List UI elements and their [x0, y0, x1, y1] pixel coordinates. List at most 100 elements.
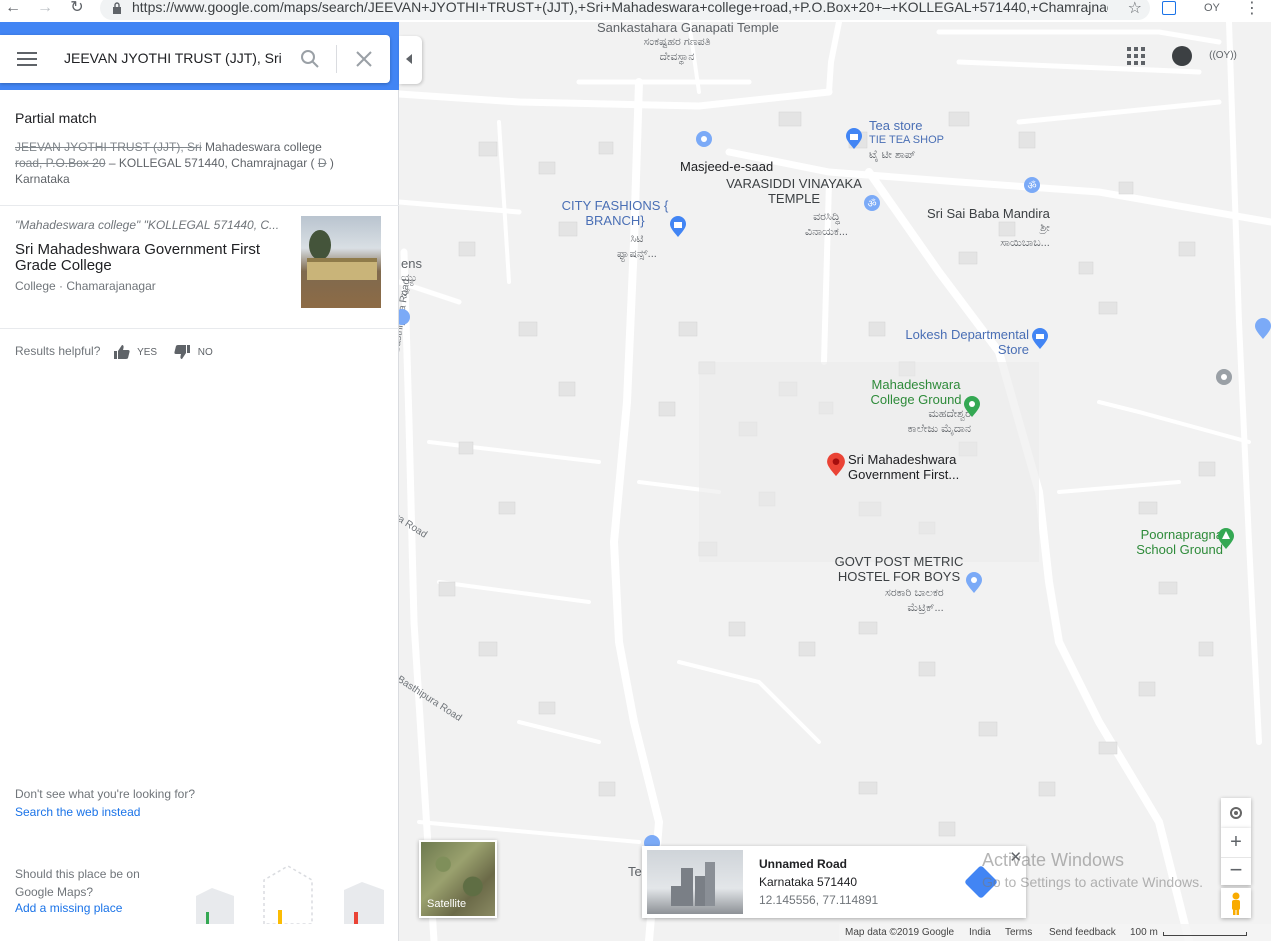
notifications-bell-icon[interactable]	[1172, 46, 1192, 66]
place-pin-icon[interactable]	[965, 572, 983, 594]
poi-name-kannada: ಕಾಲೇಜು ಮೈದಾನ	[907, 423, 971, 435]
temple-pin-icon[interactable]: ॐ	[1023, 176, 1041, 198]
poi-name: GOVT POST METRIC HOSTEL FOR BOYS	[834, 554, 964, 584]
street-view-thumbnail[interactable]	[647, 850, 743, 914]
shopping-cart-pin-icon[interactable]	[1031, 328, 1049, 350]
collapse-panel-button[interactable]	[399, 36, 422, 84]
close-icon[interactable]	[352, 47, 376, 71]
poi-name-kannada: ವರಸಿದ್ಧಿ	[813, 211, 840, 223]
google-apps-icon[interactable]	[1127, 47, 1145, 65]
poi-ganapati-temple[interactable]: Sankastahara Ganapati Temple ಸಂಕಷ್ಟಹರ ಗಣ…	[597, 22, 779, 65]
partial-match-detail: JEEVAN JYOTHI TRUST (JJT), Sri Mahadeswa…	[15, 139, 385, 187]
poi-edge-label[interactable]: ens ಯ್ಯು ನ್	[401, 256, 422, 301]
results-helpful-row: Results helpful? YES NO	[15, 344, 213, 359]
location-info-card[interactable]: Unnamed Road Karnataka 571440 12.145556,…	[642, 846, 1026, 918]
activate-windows-watermark: Activate Windows	[982, 850, 1125, 870]
svg-text:ॐ: ॐ	[1027, 180, 1036, 192]
poi-college-ground[interactable]: Mahadeshwara College Ground ಮಹದೇಶ್ವರ ಕಾಲ…	[861, 377, 971, 437]
poi-name-kannada: ಯ್ಯು	[401, 272, 418, 284]
reload-icon[interactable]: ↻	[66, 0, 88, 18]
helpful-no-button[interactable]: NO	[174, 344, 213, 359]
matched-term: Mahadeswara college	[205, 140, 322, 154]
helpful-yes-button[interactable]: YES	[113, 344, 161, 359]
extension-oy-label[interactable]: OY	[1204, 2, 1220, 18]
location-coordinates[interactable]: 12.145556, 77.114891	[759, 893, 878, 907]
result-photo[interactable]	[301, 216, 381, 308]
poi-sai-baba-mandira[interactable]: Sri Sai Baba Mandira ಶ್ರೀ ಸಾಯಿಬಾಬ...	[927, 206, 1050, 251]
poi-name-kannada: ಸಿಟಿ	[630, 233, 644, 245]
search-header	[0, 22, 399, 90]
browser-menu-icon[interactable]: ⋮	[1244, 0, 1260, 17]
poi-name: Mahadeshwara College Ground	[870, 377, 962, 407]
dont-see-text: Don't see what you're looking for?	[15, 787, 196, 801]
shopping-pin-icon[interactable]	[845, 128, 863, 150]
thumb-building	[307, 258, 377, 280]
poi-varasiddi-kannada: ವರಸಿದ್ಧಿ ವಿನಾಯಕ...	[805, 210, 848, 240]
poi-lokesh-store[interactable]: Lokesh Departmental Store	[901, 327, 1029, 357]
back-icon[interactable]: ←	[2, 0, 24, 18]
shopping-pin-icon[interactable]	[669, 216, 687, 238]
search-input[interactable]	[62, 49, 286, 67]
address-bar[interactable]: https://www.google.com/maps/search/JEEVA…	[100, 0, 1150, 20]
struck-term: JEEVAN JYOTHI TRUST (JJT), Sri	[15, 140, 202, 154]
search-result-card[interactable]: "Mahadeswara college" "KOLLEGAL 571440, …	[0, 206, 399, 328]
place-pin-icon[interactable]	[399, 308, 411, 330]
satellite-toggle-button[interactable]: Satellite	[419, 840, 497, 918]
should-place-text: Should this place be on Google Maps?	[15, 867, 140, 899]
search-web-link[interactable]: Search the web instead	[15, 805, 140, 819]
search-icon[interactable]	[298, 47, 322, 71]
selected-place-pin-icon[interactable]	[826, 452, 846, 478]
account-avatar[interactable]: ((OY))	[1207, 44, 1239, 68]
poi-varasiddi-temple[interactable]: VARASIDDI VINAYAKA TEMPLE	[724, 176, 864, 206]
struck-term: D	[317, 156, 327, 170]
zoom-out-button[interactable]: −	[1221, 857, 1251, 885]
poi-poornapragna-ground[interactable]: Poornapragna School Ground	[1123, 527, 1223, 557]
poi-sri-mahadeshwara-college[interactable]: Sri Mahadeshwara Government First...	[848, 452, 968, 482]
poi-name-kannada: ಮೆಟ್ರಿಕ್...	[907, 602, 944, 614]
pegman-street-view-button[interactable]	[1221, 888, 1251, 918]
send-feedback-link[interactable]: Send feedback	[1049, 927, 1116, 938]
poi-edge-label[interactable]: Te	[628, 864, 642, 879]
mosque-pin-icon[interactable]	[695, 130, 713, 152]
poi-tea-store[interactable]: Tea store TIE TEA SHOP ಟೈ ಟೀ ಶಾಪ್	[869, 118, 944, 163]
hamburger-menu-icon[interactable]	[17, 52, 37, 66]
poi-name: Sankastahara Ganapati Temple	[597, 22, 779, 35]
scale-bar	[1163, 932, 1247, 936]
forward-icon[interactable]: →	[34, 0, 56, 18]
temple-pin-icon[interactable]: ॐ	[863, 194, 881, 216]
zoom-in-button[interactable]: +	[1221, 828, 1251, 856]
extension-icon[interactable]	[1162, 1, 1176, 15]
poi-govt-hostel[interactable]: GOVT POST METRIC HOSTEL FOR BOYS	[819, 554, 979, 584]
helpful-label: Results helpful?	[15, 344, 101, 358]
bookmark-star-icon[interactable]: ☆	[1128, 0, 1142, 18]
add-missing-place-link[interactable]: Add a missing place	[15, 901, 122, 915]
matched-term: )	[329, 156, 334, 170]
satellite-label: Satellite	[427, 898, 467, 910]
partial-match-title: Partial match	[15, 110, 97, 126]
zoom-controls: + −	[1221, 828, 1251, 885]
park-pin-icon[interactable]	[963, 396, 981, 418]
poi-name: VARASIDDI VINAYAKA TEMPLE	[726, 176, 862, 206]
houses-illustration	[196, 865, 384, 924]
result-query: "Mahadeswara college" "KOLLEGAL 571440, …	[15, 218, 280, 232]
place-pin-icon[interactable]	[1215, 368, 1233, 390]
helpful-no-label: NO	[197, 347, 213, 358]
poi-city-fashions[interactable]: CITY FASHIONS { BRANCH}	[559, 198, 671, 228]
poi-masjeed[interactable]: Masjeed-e-saad	[680, 159, 773, 174]
park-pin-icon[interactable]	[1217, 528, 1235, 550]
crosshair-icon	[1230, 807, 1242, 819]
my-location-button[interactable]	[1221, 798, 1251, 828]
map-canvas[interactable]: Basthipura Road Basthipura Road ra Road …	[399, 22, 1271, 941]
region-link[interactable]: India	[969, 927, 991, 938]
terms-link[interactable]: Terms	[1005, 927, 1032, 938]
scale-label[interactable]: 100 m	[1130, 927, 1158, 938]
shopping-pin-icon[interactable]	[1254, 318, 1271, 340]
search-box	[0, 35, 390, 83]
url-text[interactable]: https://www.google.com/maps/search/JEEVA…	[132, 0, 1108, 15]
result-name[interactable]: Sri Mahadeshwara Government First Grade …	[15, 242, 285, 274]
struck-term: road, P.O.Box 20	[15, 156, 106, 170]
map-data-attribution: Map data ©2019 Google	[845, 927, 955, 938]
poi-govt-hostel-kannada: ಸರಕಾರಿ ಬಾಲಕರ ಮೆಟ್ರಿಕ್...	[885, 586, 944, 616]
poi-name: Poornapragna School Ground	[1136, 527, 1223, 557]
poi-name-kannada: ವಿನಾಯಕ...	[805, 226, 848, 238]
